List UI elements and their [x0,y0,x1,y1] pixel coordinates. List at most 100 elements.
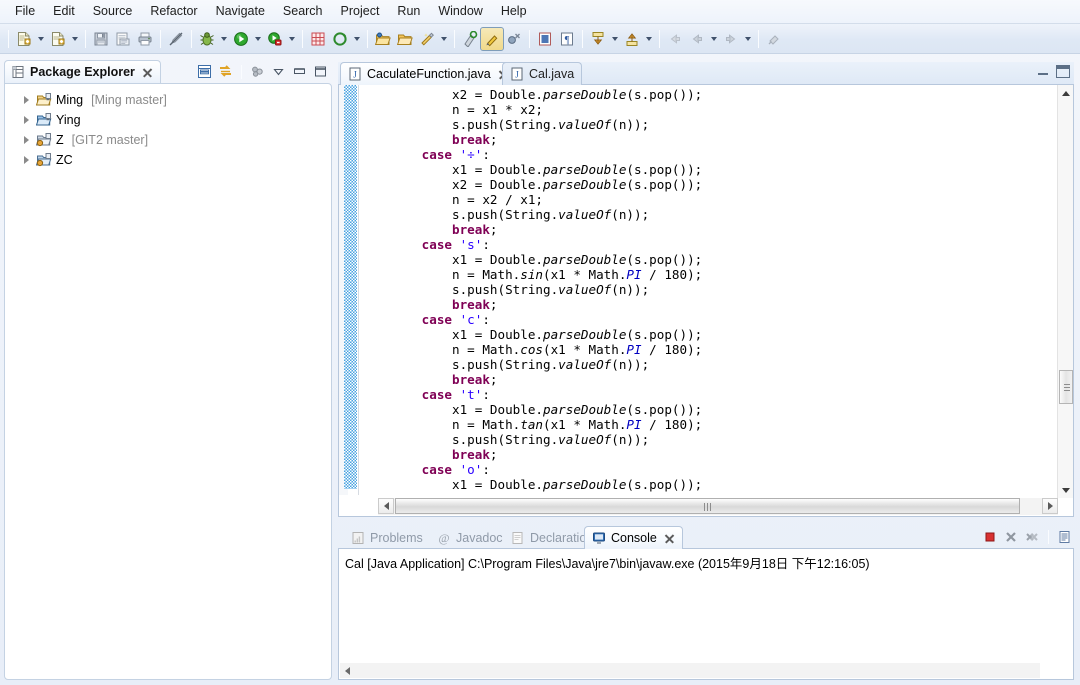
scroll-right-arrow-icon[interactable] [1042,498,1058,514]
open-type-button[interactable] [329,28,351,50]
package-explorer-tab-row: Package Explorer [4,60,332,83]
expand-arrow-icon[interactable] [21,115,32,126]
tab-caculatefunction-java[interactable]: J CaculateFunction.java [340,62,517,85]
toolbar-separator [1048,529,1049,544]
open-task-button[interactable] [372,28,394,50]
back-history-button[interactable] [686,28,708,50]
tree-item-zc[interactable]: ZC [5,150,331,170]
menu-window[interactable]: Window [429,1,491,22]
external-tools-dropdown[interactable] [286,28,298,50]
tab-package-explorer[interactable]: Package Explorer [4,60,161,83]
menu-edit[interactable]: Edit [44,1,84,22]
menu-source[interactable]: Source [84,1,142,22]
editor-horizontal-scrollbar[interactable] [378,498,1058,515]
debug-dropdown[interactable] [218,28,230,50]
svg-text:¶: ¶ [565,35,570,46]
new-java-project-button[interactable] [307,28,329,50]
pin-editor-button[interactable] [763,28,785,50]
menu-navigate[interactable]: Navigate [207,1,274,22]
skip-breakpoints-button[interactable] [503,28,525,50]
tab-javadoc[interactable]: @ Javadoc [430,526,510,549]
tab-cal-java[interactable]: J Cal.java [502,62,583,85]
run-dropdown[interactable] [252,28,264,50]
save-button[interactable] [90,28,112,50]
new-java-class-dropdown[interactable] [69,28,81,50]
menu-search[interactable]: Search [274,1,332,22]
pilcrow-button[interactable]: ¶ [556,28,578,50]
back-button[interactable] [664,28,686,50]
editor-folding-bar[interactable] [344,85,357,489]
save-disk-icon [93,31,109,47]
scroll-left-arrow-icon[interactable] [378,498,394,514]
print-button[interactable] [134,28,156,50]
collapse-all-button[interactable] [195,62,214,81]
menu-file[interactable]: File [6,1,44,22]
debug-button[interactable] [196,28,218,50]
maximize-view-button[interactable] [311,62,330,81]
expand-arrow-icon[interactable] [21,155,32,166]
source-editor[interactable]: x2 = Double.parseDouble(s.pop()); n = x1… [338,85,1074,517]
scroll-down-arrow-icon[interactable] [1058,482,1073,498]
previous-annotation-dropdown[interactable] [643,28,655,50]
editor-vertical-scrollbar[interactable] [1057,85,1073,498]
close-icon[interactable] [664,533,675,544]
run-button[interactable] [230,28,252,50]
menu-help[interactable]: Help [492,1,536,22]
terminate-button[interactable] [981,528,999,546]
minimize-view-button[interactable] [290,62,309,81]
open-folder-button[interactable] [394,28,416,50]
console-tab-label: Console [611,531,657,545]
tab-console[interactable]: Console [584,526,683,549]
console-output-area[interactable]: Cal [Java Application] C:\Program Files\… [338,549,1074,680]
new-java-class-button[interactable] [47,28,69,50]
forward-dropdown[interactable] [742,28,754,50]
scroll-up-arrow-icon[interactable] [1058,85,1073,101]
menu-refactor[interactable]: Refactor [141,1,206,22]
next-annotation-dropdown[interactable] [609,28,621,50]
external-tools-button[interactable] [264,28,286,50]
display-selected-console-button[interactable] [1056,528,1074,546]
search-button[interactable] [459,28,481,50]
tab-problems[interactable]: Problems [344,526,430,549]
new-wizard-dropdown[interactable] [35,28,47,50]
maximize-icon[interactable] [1056,65,1070,78]
expand-arrow-icon[interactable] [21,135,32,146]
print-preview-button[interactable] [112,28,134,50]
quick-fix-button[interactable] [416,28,438,50]
code-line: s.push(String.valueOf(n)); [452,357,650,372]
menu-bar: File Edit Source Refactor Navigate Searc… [0,0,1080,24]
link-with-editor-button[interactable] [216,62,235,81]
forward-button[interactable] [720,28,742,50]
close-icon[interactable] [142,67,153,78]
focus-on-active-task-button[interactable] [248,62,267,81]
menu-project[interactable]: Project [332,1,389,22]
next-annotation-button[interactable] [587,28,609,50]
tree-item-ying[interactable]: Ying [5,110,331,130]
tree-item-ming[interactable]: Ming [Ming master] [5,90,331,110]
console-horizontal-scrollbar[interactable] [340,663,1040,678]
editor-window-buttons [1036,65,1070,78]
console-output-line: Cal [Java Application] C:\Program Files\… [345,557,870,571]
open-type-dropdown[interactable] [351,28,363,50]
toggle-mark-occurrences-button[interactable] [165,28,187,50]
code-line: s.push(String.valueOf(n)); [452,282,650,297]
remove-all-terminated-button[interactable] [1023,528,1041,546]
toggle-mark-occurrences-active-button[interactable] [480,26,504,51]
remove-launch-button[interactable] [1002,528,1020,546]
menu-run[interactable]: Run [388,1,429,22]
code-content[interactable]: x2 = Double.parseDouble(s.pop()); n = x1… [361,87,1073,492]
horizontal-scrollbar-thumb[interactable] [395,498,1020,514]
show-whitespace-button[interactable] [534,28,556,50]
scroll-left-arrow-icon[interactable] [340,663,355,678]
expand-arrow-icon[interactable] [21,95,32,106]
vertical-scrollbar-thumb[interactable] [1059,370,1073,404]
package-explorer-tree[interactable]: Ming [Ming master] Ying Z [GIT2 master] … [4,83,332,680]
view-menu-button[interactable] [269,62,288,81]
quick-fix-dropdown[interactable] [438,28,450,50]
package-explorer-title: Package Explorer [30,65,135,79]
minimize-icon[interactable] [1036,65,1050,78]
previous-annotation-button[interactable] [621,28,643,50]
tree-item-z[interactable]: Z [GIT2 master] [5,130,331,150]
back-history-dropdown[interactable] [708,28,720,50]
new-wizard-button[interactable] [13,28,35,50]
